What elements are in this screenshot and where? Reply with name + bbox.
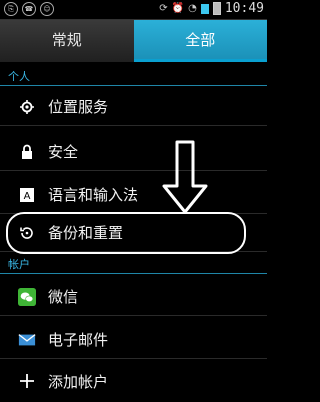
settings-item-wechat-label: 微信: [48, 288, 79, 306]
section-header-personal: 个人: [0, 68, 267, 86]
add-icon: [18, 372, 36, 390]
tab-all[interactable]: 全部: [133, 20, 267, 62]
settings-tabs: 常规 全部: [0, 20, 267, 62]
settings-item-email-label: 电子邮件: [48, 331, 109, 349]
usb-icon: ⎘: [4, 2, 18, 16]
tab-general[interactable]: 常规: [0, 20, 134, 62]
settings-item-email[interactable]: 电子邮件: [0, 321, 267, 359]
settings-item-security-label: 安全: [48, 143, 79, 161]
settings-item-security[interactable]: 安全: [0, 133, 267, 171]
android-icon: ☺: [40, 2, 54, 16]
settings-item-language-input[interactable]: A 语言和输入法: [0, 176, 267, 214]
lock-icon: [18, 143, 36, 161]
settings-item-add-account[interactable]: 添加帐户: [0, 362, 267, 400]
restore-icon: [18, 224, 36, 242]
tab-general-label: 常规: [51, 31, 82, 49]
sync-icon: ⟳: [159, 3, 168, 14]
email-icon: [18, 331, 36, 349]
settings-item-add-account-label: 添加帐户: [48, 372, 109, 391]
status-clock: 10:49: [224, 1, 264, 16]
battery-icon: [212, 2, 221, 15]
settings-item-location-label: 位置服务: [48, 98, 109, 116]
wifi-icon: ◔: [188, 3, 197, 14]
settings-item-wechat[interactable]: 微信: [0, 278, 267, 316]
tab-all-label: 全部: [185, 31, 216, 49]
settings-item-language-input-label: 语言和输入法: [48, 186, 139, 204]
location-icon: [18, 98, 36, 116]
active-tab-indicator: [133, 59, 267, 62]
section-header-accounts: 帐户: [0, 256, 267, 274]
status-bar: ⎘ ☎ ☺ ⟳ ⏰ ◔ 10:49: [0, 0, 267, 20]
settings-item-backup-reset-label: 备份和重置: [48, 224, 124, 242]
notification-icon: ☎: [22, 2, 36, 16]
svg-text:A: A: [24, 191, 31, 202]
wechat-icon: [18, 287, 36, 306]
settings-item-backup-reset[interactable]: 备份和重置: [0, 214, 267, 252]
signal-icon: [200, 3, 209, 14]
alarm-icon: ⏰: [171, 3, 185, 14]
keyboard-icon: A: [18, 186, 36, 204]
settings-item-location[interactable]: 位置服务: [0, 88, 267, 126]
